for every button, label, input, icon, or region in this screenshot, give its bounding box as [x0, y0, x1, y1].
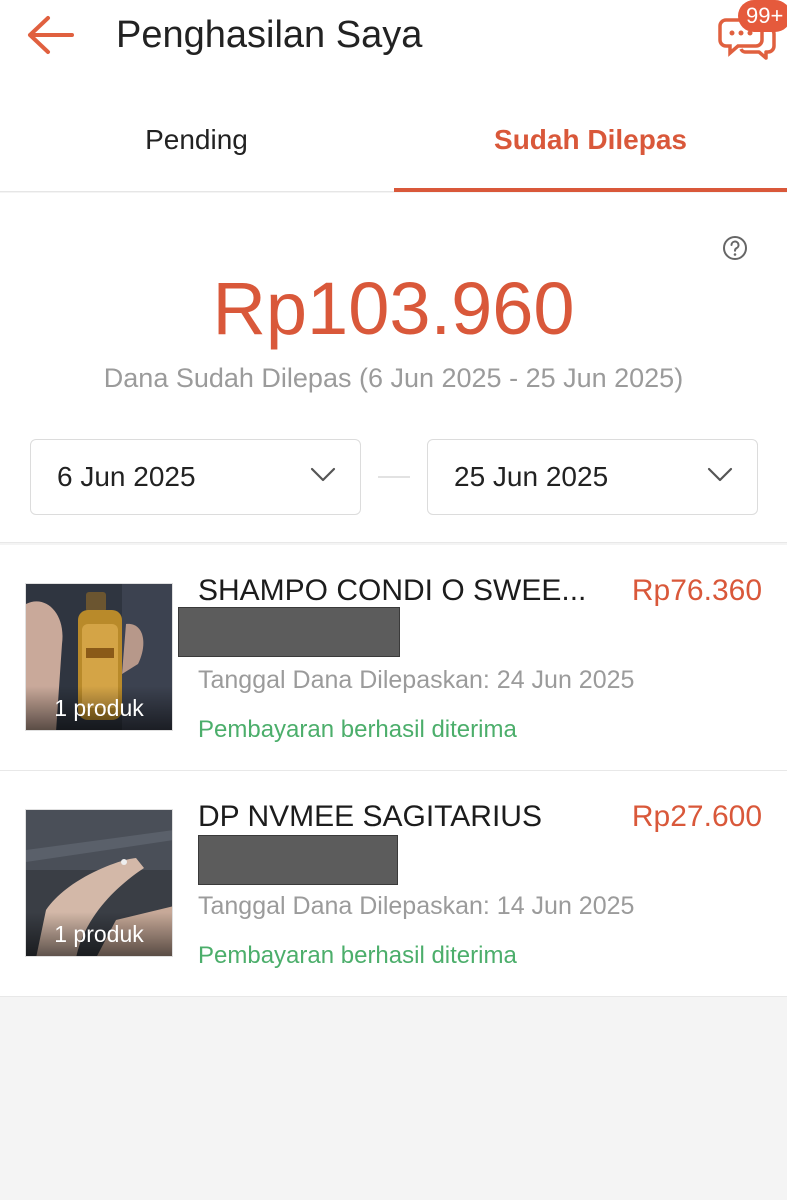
arrow-left-icon — [28, 16, 74, 54]
product-quantity: 1 produk — [26, 686, 172, 730]
product-thumbnail: 1 produk — [25, 809, 173, 957]
start-date-value: 6 Jun 2025 — [57, 461, 196, 492]
start-date-picker[interactable]: 6 Jun 2025 — [30, 439, 361, 515]
tab-bar: Pending Sudah Dilepas — [0, 88, 787, 192]
date-range-separator — [378, 476, 410, 478]
earnings-summary: Rp103.960 Dana Sudah Dilepas (6 Jun 2025… — [0, 193, 787, 543]
transaction-list: 1 produk SHAMPO CONDI O SWEE... Rp76.360… — [0, 545, 787, 997]
question-circle-icon[interactable] — [722, 235, 748, 261]
product-thumbnail: 1 produk — [25, 583, 173, 731]
app-header: Penghasilan Saya 99+ — [0, 0, 787, 88]
product-name: DP NVMEE SAGITARIUS — [198, 800, 542, 833]
back-button[interactable] — [24, 12, 76, 58]
redacted-block — [198, 835, 398, 885]
release-date: Tanggal Dana Dilepaskan: 24 Jun 2025 — [198, 666, 635, 694]
total-released-amount: Rp103.960 — [212, 267, 575, 350]
transaction-row[interactable]: 1 produk SHAMPO CONDI O SWEE... Rp76.360… — [0, 545, 787, 771]
end-date-picker[interactable]: 25 Jun 2025 — [427, 439, 758, 515]
payment-status: Pembayaran berhasil diterima — [198, 716, 517, 743]
tab-pending[interactable]: Pending — [0, 88, 393, 192]
chevron-down-icon — [707, 467, 733, 482]
product-name: SHAMPO CONDI O SWEE... — [198, 574, 587, 607]
product-quantity: 1 produk — [26, 912, 172, 956]
transaction-amount: Rp76.360 — [631, 574, 762, 607]
notification-badge: 99+ — [738, 0, 787, 32]
end-date-value: 25 Jun 2025 — [454, 461, 609, 492]
payment-status: Pembayaran berhasil diterima — [198, 942, 517, 969]
period-label: Dana Sudah Dilepas (6 Jun 2025 - 25 Jun … — [103, 363, 684, 393]
transaction-amount: Rp27.600 — [631, 800, 762, 833]
page-title: Penghasilan Saya — [116, 14, 423, 56]
transaction-row[interactable]: 1 produk DP NVMEE SAGITARIUS Rp27.600 Ta… — [0, 771, 787, 997]
tab-sudah-dilepas[interactable]: Sudah Dilepas — [394, 88, 787, 192]
release-date: Tanggal Dana Dilepaskan: 14 Jun 2025 — [198, 892, 635, 920]
redacted-block — [178, 607, 400, 657]
active-tab-indicator — [394, 188, 787, 192]
chevron-down-icon — [310, 467, 336, 482]
